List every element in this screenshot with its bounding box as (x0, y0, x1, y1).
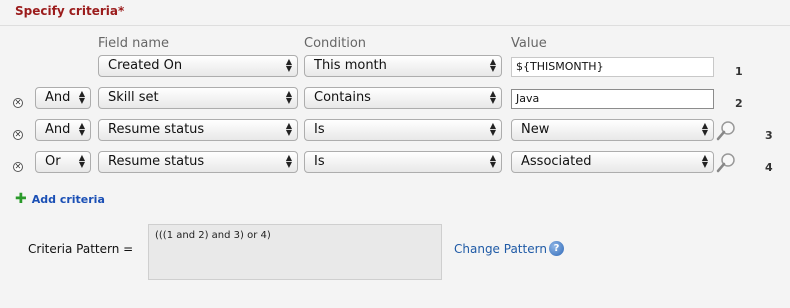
select-arrows-icon: ▲ ▼ (78, 121, 85, 137)
row-number-4: 4 (765, 161, 773, 174)
field-select-2-value: Skill set (108, 90, 159, 105)
field-select-4-value: Resume status (108, 154, 205, 169)
operator-select-2-value: And (45, 90, 71, 105)
select-arrows-icon: ▲ ▼ (285, 57, 292, 73)
change-pattern-link[interactable]: Change Pattern (454, 242, 547, 256)
row-number-1: 1 (735, 65, 743, 78)
select-arrows-icon: ▲ ▼ (489, 89, 496, 105)
criteria-pattern-box: (((1 and 2) and 3) or 4) (148, 224, 442, 280)
condition-select-3[interactable]: Is ▲ ▼ (304, 119, 502, 141)
condition-select-3-value: Is (314, 122, 325, 137)
condition-select-2-value: Contains (314, 90, 371, 105)
value-input-1[interactable]: ${THISMONTH} (511, 57, 714, 77)
row-number-3: 3 (765, 129, 773, 142)
add-criteria-label: Add criteria (31, 193, 105, 206)
field-select-3-value: Resume status (108, 122, 205, 137)
condition-select-4-value: Is (314, 154, 325, 169)
select-arrows-icon: ▲ ▼ (489, 153, 496, 169)
criteria-pattern-label: Criteria Pattern = (28, 242, 134, 256)
select-arrows-icon: ▲ ▼ (285, 121, 292, 137)
header-value: Value (511, 36, 547, 51)
remove-circle-icon[interactable]: ✕ (13, 98, 23, 108)
magnifier-icon[interactable] (715, 120, 737, 142)
select-arrows-icon: ▲ ▼ (78, 153, 85, 169)
magnifier-icon[interactable] (715, 152, 737, 174)
value-select-4[interactable]: Associated ▲ ▼ (511, 151, 714, 173)
field-select-2[interactable]: Skill set ▲ ▼ (98, 87, 298, 109)
condition-select-2[interactable]: Contains ▲ ▼ (304, 87, 502, 109)
remove-circle-icon[interactable]: ✕ (13, 130, 23, 140)
field-select-1-value: Created On (108, 58, 183, 73)
remove-circle-icon[interactable]: ✕ (13, 162, 23, 172)
condition-select-4[interactable]: Is ▲ ▼ (304, 151, 502, 173)
section-title: Specify criteria* (15, 4, 125, 18)
field-select-1[interactable]: Created On ▲ ▼ (98, 55, 298, 77)
row-number-2: 2 (735, 97, 743, 110)
select-arrows-icon: ▲ ▼ (285, 153, 292, 169)
operator-select-3[interactable]: And ▲ ▼ (35, 119, 91, 141)
header-field-name: Field name (98, 36, 170, 51)
operator-select-2[interactable]: And ▲ ▼ (35, 87, 91, 109)
add-criteria-link[interactable]: ✚ Add criteria (15, 191, 105, 207)
operator-select-3-value: And (45, 122, 71, 137)
field-select-3[interactable]: Resume status ▲ ▼ (98, 119, 298, 141)
select-arrows-icon: ▲ ▼ (701, 121, 708, 137)
operator-select-4[interactable]: Or ▲ ▼ (35, 151, 91, 173)
condition-select-1-value: This month (314, 58, 387, 73)
value-select-3[interactable]: New ▲ ▼ (511, 119, 714, 141)
select-arrows-icon: ▲ ▼ (285, 89, 292, 105)
header-condition: Condition (304, 36, 367, 51)
select-arrows-icon: ▲ ▼ (489, 57, 496, 73)
value-input-2[interactable]: Java (511, 89, 714, 109)
field-select-4[interactable]: Resume status ▲ ▼ (98, 151, 298, 173)
title-divider (0, 25, 790, 26)
value-select-3-value: New (521, 122, 550, 137)
select-arrows-icon: ▲ ▼ (489, 121, 496, 137)
select-arrows-icon: ▲ ▼ (78, 89, 85, 105)
condition-select-1[interactable]: This month ▲ ▼ (304, 55, 502, 77)
select-arrows-icon: ▲ ▼ (701, 153, 708, 169)
value-select-4-value: Associated (521, 154, 592, 169)
help-icon[interactable]: ? (549, 241, 564, 256)
plus-icon: ✚ (15, 191, 27, 207)
operator-select-4-value: Or (45, 154, 61, 169)
